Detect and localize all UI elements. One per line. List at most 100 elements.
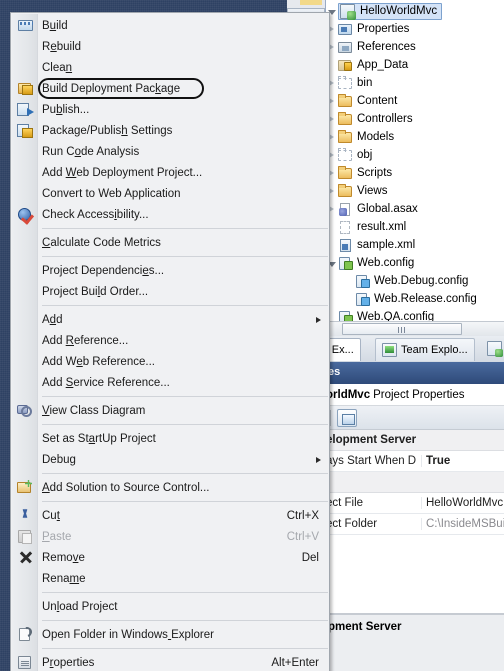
tree-item-web-debug-config[interactable]: Web.Debug.config — [326, 272, 504, 290]
menu-item-label: Add — [42, 313, 63, 326]
tree-item-content[interactable]: App_Data — [337, 57, 408, 73]
tree-item-global-asax[interactable]: Global.asax — [326, 200, 504, 218]
menu-item-add-reference[interactable]: Add Reference... — [11, 330, 329, 351]
categorized-view-button[interactable] — [337, 409, 357, 427]
tree-item-content[interactable]: Web.Release.config — [354, 291, 477, 307]
menu-item-label: Build Deployment Package — [42, 82, 181, 95]
menu-item-add-service-reference[interactable]: Add Service Reference... — [11, 372, 329, 393]
menu-item-rebuild[interactable]: Rebuild — [11, 36, 329, 57]
tree-item-content[interactable]: Web.Debug.config — [354, 273, 468, 289]
tab-team-explorer[interactable]: Team Explo... — [375, 338, 475, 361]
property-row[interactable]: ect Folder C:\InsideMSBuil — [326, 514, 504, 535]
tool-window-tab-strip[interactable]: tion Ex... Team Explo... — [325, 336, 504, 362]
menu-item-project-dependencies[interactable]: Project Dependencies... — [11, 260, 329, 281]
menu-item-add-web-deployment-project[interactable]: Add Web Deployment Project... — [11, 162, 329, 183]
property-row[interactable]: ays Start When D True — [326, 451, 504, 472]
menu-item-rename[interactable]: Rename — [11, 568, 329, 589]
tree-item-views[interactable]: Views — [326, 182, 504, 200]
property-row[interactable]: ect File HelloWorldMvc — [326, 493, 504, 514]
property-name: ect File — [326, 497, 422, 509]
tree-item-content[interactable]: Global.asax — [337, 201, 418, 217]
tree-item-content[interactable]: result.xml — [337, 219, 406, 235]
menu-item-build-deployment-package[interactable]: Build Deployment Package — [11, 78, 329, 99]
folder-icon-glyph — [338, 112, 352, 125]
tree-item-properties[interactable]: Properties — [326, 20, 504, 38]
menu-item-cut[interactable]: Cut Ctrl+X — [11, 505, 329, 526]
tree-item-content[interactable]: Models — [337, 129, 394, 145]
menu-item-set-as-startup-project[interactable]: Set as StartUp Project — [11, 428, 329, 449]
tree-item-sample-xml[interactable]: sample.xml — [326, 236, 504, 254]
tree-item-content[interactable]: obj — [337, 147, 372, 163]
tree-item-web-config[interactable]: Web.config — [326, 254, 504, 272]
properties-grid[interactable]: elopment Server ays Start When D True ect F… — [326, 430, 504, 613]
tree-item-content[interactable]: Content — [337, 93, 397, 109]
scrollbar-thumb[interactable] — [342, 323, 462, 335]
menu-item-check-accessibility[interactable]: Check Accessibility... — [11, 204, 329, 225]
tree-item-app-data[interactable]: App_Data — [326, 56, 504, 74]
tree-item-web-release-config[interactable]: Web.Release.config — [326, 290, 504, 308]
menu-item-add[interactable]: Add — [11, 309, 329, 330]
folder-icon-glyph — [338, 130, 352, 143]
tab-solution-explorer[interactable]: tion Ex... — [326, 338, 361, 361]
menu-item-run-code-analysis[interactable]: Run Code Analysis — [11, 141, 329, 162]
tree-item-content[interactable]: Views — [337, 183, 387, 199]
menu-item-remove[interactable]: Remove Del — [11, 547, 329, 568]
menu-item-label: Unload Project — [42, 600, 118, 613]
tab-overflow-icon[interactable] — [487, 341, 503, 357]
tree-item-references[interactable]: References — [326, 38, 504, 56]
menu-item-label: Project Dependencies... — [42, 264, 165, 277]
menu-item-clean[interactable]: Clean — [11, 57, 329, 78]
tree-item-bin[interactable]: bin — [326, 74, 504, 92]
tree-item-content[interactable]: Web.config — [337, 255, 414, 271]
menu-item-build[interactable]: Build — [11, 15, 329, 36]
toolbar-separator — [330, 410, 331, 426]
menu-item-label: Properties — [42, 656, 95, 669]
tree-item-content[interactable]: bin — [337, 75, 372, 91]
close-x-icon-glyph — [19, 551, 32, 564]
tree-item-content[interactable]: Controllers — [337, 111, 413, 127]
menu-item-publish[interactable]: Publish... — [11, 99, 329, 120]
menu-item-debug[interactable]: Debug — [11, 449, 329, 470]
tree-item-scripts[interactable]: Scripts — [326, 164, 504, 182]
menu-item-label: Open Folder in Windows Explorer — [42, 628, 214, 641]
tree-item-content[interactable]: Scripts — [337, 165, 392, 181]
menu-item-add-web-reference[interactable]: Add Web Reference... — [11, 351, 329, 372]
project-context-menu[interactable]: Build Rebuild Clean Build Deployment Packag… — [10, 12, 330, 671]
menu-item-label: View Class Diagram — [42, 404, 146, 417]
tree-item-obj[interactable]: obj — [326, 146, 504, 164]
tree-item-models[interactable]: Models — [326, 128, 504, 146]
property-value[interactable]: HelloWorldMvc — [422, 497, 503, 509]
menu-item-shortcut: Ctrl+X — [286, 509, 319, 522]
tree-item-selected[interactable]: HelloWorldMvc — [338, 2, 443, 20]
tree-item-result-xml[interactable]: result.xml — [326, 218, 504, 236]
properties-toolbar[interactable] — [326, 406, 504, 430]
menu-separator — [11, 589, 329, 596]
property-name: elopment Server — [326, 434, 417, 446]
menu-item-calculate-code-metrics[interactable]: Calculate Code Metrics — [11, 232, 329, 253]
tree-item-content[interactable]: Content — [326, 92, 504, 110]
menu-item-package-publish-settings[interactable]: Package/Publish Settings — [11, 120, 329, 141]
solution-tree[interactable]: HelloWorldMvc Properties References App_Dat… — [326, 2, 504, 326]
menu-item-view-class-diagram[interactable]: View Class Diagram — [11, 400, 329, 421]
folder-icon — [337, 129, 353, 145]
menu-item-add-solution-to-source-control[interactable]: Add Solution to Source Control... — [11, 477, 329, 498]
menu-item-label: Set as StartUp Project — [42, 432, 156, 445]
blank-file-icon-glyph — [340, 221, 350, 234]
tree-item-content[interactable]: sample.xml — [337, 237, 415, 253]
tree-item-helloworldmvc[interactable]: HelloWorldMvc — [326, 2, 504, 20]
menu-item-convert-to-web-application[interactable]: Convert to Web Application — [11, 183, 329, 204]
menu-item-list[interactable]: Build Rebuild Clean Build Deployment Packag… — [11, 15, 329, 671]
tree-item-content[interactable]: Properties — [337, 21, 409, 37]
menu-item-open-folder-in-windows-explorer[interactable]: Open Folder in Windows Explorer — [11, 624, 329, 645]
tree-item-controllers[interactable]: Controllers — [326, 110, 504, 128]
menu-item-properties[interactable]: Properties Alt+Enter — [11, 652, 329, 671]
menu-item-project-build-order[interactable]: Project Build Order... — [11, 281, 329, 302]
tree-item-content[interactable]: References — [337, 39, 416, 55]
property-value[interactable]: True — [422, 455, 450, 467]
property-value[interactable]: C:\InsideMSBuil — [422, 518, 504, 530]
menu-separator — [11, 253, 329, 260]
tree-item-label: Global.asax — [357, 203, 418, 215]
asax-file-icon — [337, 201, 353, 217]
tree-horizontal-scrollbar[interactable] — [326, 321, 504, 336]
menu-item-unload-project[interactable]: Unload Project — [11, 596, 329, 617]
